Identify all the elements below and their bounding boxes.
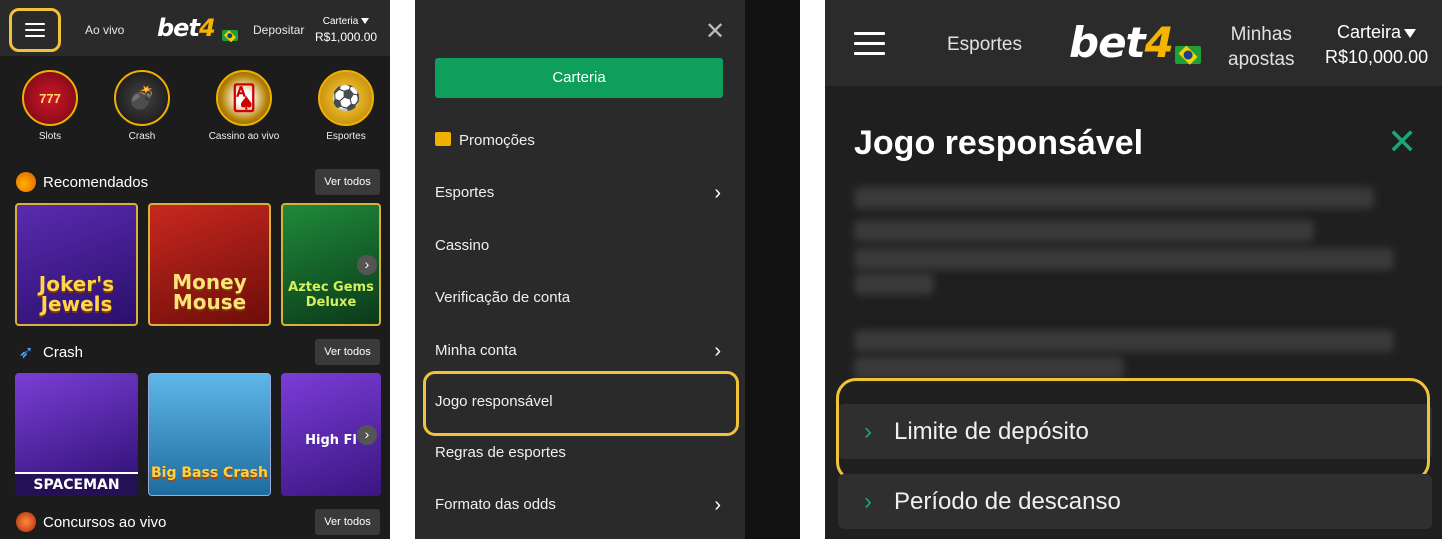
menu-item-casino[interactable]: Cassino	[435, 234, 725, 258]
menu-item-odds-format[interactable]: Formato das odds ›	[435, 493, 725, 517]
game-tile-spaceman[interactable]: SPACEMAN	[15, 373, 138, 496]
deposit-link[interactable]: Depositar	[253, 23, 304, 37]
blurred-text	[854, 330, 1394, 352]
blurred-text	[854, 248, 1394, 270]
gift-icon	[435, 132, 451, 146]
slots-777-icon: 777	[22, 70, 78, 126]
menu-item-account-verification[interactable]: Verificação de conta	[435, 286, 725, 310]
menu-item-responsible-gaming[interactable]: Jogo responsável	[435, 390, 725, 414]
wallet-balance: R$10,000.00	[1325, 47, 1429, 67]
category-label: Slots	[38, 131, 62, 142]
carousel-next-icon[interactable]: ›	[357, 255, 377, 275]
category-crash[interactable]: 💣 Crash	[110, 70, 174, 142]
wallet-dropdown[interactable]: Carteria R$1,000.00	[315, 16, 377, 44]
carousel-next-icon[interactable]: ›	[357, 425, 377, 445]
hamburger-menu-button[interactable]	[854, 32, 885, 55]
caret-down-icon	[1404, 28, 1417, 38]
game-title: High Fl	[305, 433, 357, 448]
brazil-flag-icon	[222, 29, 238, 42]
category-label: Crash	[128, 131, 156, 142]
wallet-balance: R$1,000.00	[315, 30, 378, 44]
fire-ball-icon	[16, 172, 36, 192]
nav-sports[interactable]: Esportes	[947, 34, 1022, 56]
blurred-text	[854, 220, 1314, 242]
menu-item-sports[interactable]: Esportes ›	[435, 181, 725, 205]
caret-down-icon	[361, 18, 370, 25]
menu-item-label: Jogo responsável	[435, 393, 553, 410]
bet4-logo[interactable]: bet4	[157, 14, 216, 42]
section-title-text: Recomendados	[43, 173, 149, 191]
top-bar: Ao vivo bet4 Depositar Carteria R$1,000.…	[0, 0, 390, 56]
section-title-text: Concursos ao vivo	[43, 513, 167, 531]
category-label: Cassino ao vivo	[208, 131, 280, 142]
menu-item-label: Cassino	[435, 237, 490, 254]
accordion-label: Período de descanso	[894, 488, 1121, 515]
trophy-icon	[16, 512, 36, 532]
chevron-right-icon: ›	[714, 340, 721, 362]
see-all-button[interactable]: Ver todos	[315, 339, 380, 365]
section-title-text: Crash	[43, 343, 84, 361]
menu-item-label: Regras de esportes	[435, 444, 566, 461]
menu-item-label: Esportes	[435, 184, 495, 201]
highlight-outline	[836, 378, 1430, 482]
my-bets-link[interactable]: Minhas apostas	[1228, 22, 1295, 72]
see-all-button[interactable]: Ver todos	[315, 169, 380, 195]
game-tile-jokers-jewels[interactable]: Joker's Jewels	[15, 203, 138, 326]
bet4-logo[interactable]: bet4	[1069, 18, 1174, 67]
mobile-home-panel: Ao vivo bet4 Depositar Carteria R$1,000.…	[0, 0, 390, 539]
rocket-bomb-icon: 💣	[114, 70, 170, 126]
category-slots[interactable]: 777 Slots	[18, 70, 82, 142]
wallet-label: Carteira	[1337, 22, 1402, 42]
chevron-right-icon: ›	[714, 494, 721, 516]
wallet-button[interactable]: Carteria	[435, 58, 723, 98]
menu-item-sports-rules[interactable]: Regras de esportes	[435, 441, 725, 465]
nav-live[interactable]: Ao vivo	[85, 23, 124, 37]
close-icon[interactable]: ✕	[705, 20, 725, 44]
game-title: SPACEMAN	[15, 472, 138, 496]
hamburger-menu-button[interactable]	[9, 8, 61, 52]
menu-item-label: Promoções	[459, 132, 535, 149]
menu-item-my-account[interactable]: Minha conta ›	[435, 339, 725, 363]
game-title: Joker's Jewels	[38, 272, 115, 316]
game-title: Money Mouse	[172, 270, 247, 314]
category-live-casino[interactable]: 🂡 Cassino ao vivo	[205, 70, 283, 142]
my-bets-line: apostas	[1228, 49, 1295, 70]
category-sports[interactable]: ⚽ Esportes	[313, 70, 379, 142]
side-menu-panel: ✕ Carteria Promoções Esportes › Cassino …	[415, 0, 745, 539]
section-title-crash: ➶ Crash	[16, 342, 83, 362]
see-all-button[interactable]: Ver todos	[315, 509, 380, 535]
blurred-text	[854, 187, 1374, 209]
game-tile-big-bass-crash[interactable]: Big Bass Crash	[148, 373, 271, 496]
top-bar: Esportes bet4 Minhas apostas Carteira R$…	[825, 0, 1442, 86]
chevron-right-icon: ›	[864, 488, 872, 515]
roulette-cards-icon: 🂡	[216, 70, 272, 126]
rocket-icon: ➶	[18, 342, 34, 362]
game-title: Aztec Gems Deluxe	[288, 280, 374, 310]
blurred-text	[854, 357, 1124, 379]
soccer-ball-icon: ⚽	[318, 70, 374, 126]
section-title-live-contests: Concursos ao vivo	[16, 512, 166, 532]
wallet-label: Carteria	[322, 16, 359, 27]
game-title: Big Bass Crash	[151, 465, 268, 481]
my-bets-line: Minhas	[1230, 24, 1292, 45]
responsible-gaming-panel: Esportes bet4 Minhas apostas Carteira R$…	[825, 0, 1442, 539]
close-icon[interactable]: ✕	[1387, 124, 1417, 160]
page-title: Jogo responsável	[854, 124, 1144, 162]
menu-item-label: Verificação de conta	[435, 289, 571, 306]
menu-item-promotions[interactable]: Promoções	[435, 129, 725, 153]
brazil-flag-icon	[1175, 45, 1201, 65]
game-tile-money-mouse[interactable]: Money Mouse	[148, 203, 271, 326]
menu-item-label: Minha conta	[435, 342, 517, 359]
menu-item-label: Formato das odds	[435, 496, 556, 513]
category-label: Esportes	[326, 131, 366, 142]
wallet-dropdown[interactable]: Carteira R$10,000.00	[1325, 22, 1428, 68]
background-overlay	[745, 0, 800, 539]
section-title-recommended: Recomendados	[16, 172, 148, 192]
chevron-right-icon: ›	[714, 182, 721, 204]
blurred-text	[854, 273, 934, 295]
accordion-break-period[interactable]: › Período de descanso	[838, 474, 1432, 529]
